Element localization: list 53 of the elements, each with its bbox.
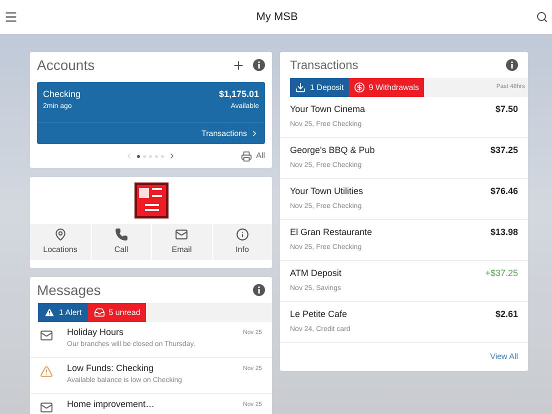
filter-tab[interactable]: 5 unread <box>88 303 146 322</box>
chevron-right-icon <box>250 129 259 138</box>
warning-icon <box>44 307 55 318</box>
inbox-icon <box>94 307 105 318</box>
download-icon <box>295 82 306 93</box>
account-balance: $1,175.01 <box>218 88 259 101</box>
bank-logo-drawing <box>134 182 168 219</box>
phone-icon <box>114 228 128 241</box>
card-title: Transactions <box>290 57 358 74</box>
transaction-name: El Gran Restaurante <box>290 226 372 239</box>
app-title: My MSB <box>256 10 298 25</box>
filter-tab[interactable]: 9 Withdrawals <box>348 78 424 97</box>
transaction-amount: $13.98 <box>490 226 518 239</box>
message-title: Home improvement… <box>67 399 156 410</box>
message-title: Holiday Hours <box>67 327 125 338</box>
transactions-link[interactable]: Transactions <box>202 128 259 140</box>
add-icon[interactable] <box>232 58 245 72</box>
warning-icon <box>40 365 53 378</box>
envelope-icon <box>40 401 53 414</box>
menu-icon[interactable] <box>4 10 18 24</box>
account-name: Checking <box>43 88 81 101</box>
envelope-icon <box>40 329 53 342</box>
info-icon[interactable] <box>506 59 518 71</box>
card-title: Messages <box>37 280 101 300</box>
transaction-amount: $76.46 <box>490 185 518 198</box>
location-pin-icon <box>54 228 67 241</box>
printer-icon[interactable] <box>241 150 252 162</box>
quick-action-button[interactable]: Info <box>212 224 272 260</box>
envelope-icon <box>175 228 188 241</box>
quick-action-button[interactable]: Call <box>90 224 151 260</box>
transaction-name: Your Town Utilities <box>290 185 364 198</box>
transaction-name: Your Town Cinema <box>290 103 366 116</box>
filter-tab[interactable]: 1 Alert <box>38 303 88 322</box>
next-icon[interactable] <box>168 152 176 160</box>
transaction-amount: $2.61 <box>495 308 518 321</box>
filter-tab[interactable]: 1 Deposit <box>290 78 349 97</box>
info-icon <box>236 228 249 241</box>
info-icon[interactable] <box>253 284 265 296</box>
message-title: Low Funds: Checking <box>67 363 155 374</box>
transaction-name: ATM Deposit <box>290 267 342 280</box>
transaction-amount: $7.50 <box>495 103 518 116</box>
transaction-amount: +$37.25 <box>485 267 518 280</box>
transaction-name: George's BBQ & Pub <box>290 144 375 157</box>
search-icon[interactable] <box>536 11 548 23</box>
dollar-coin-icon <box>354 82 365 93</box>
transaction-amount: $37.25 <box>490 144 518 157</box>
card-title: Accounts <box>37 56 95 74</box>
quick-action-button[interactable]: Locations <box>30 224 90 260</box>
transaction-name: Le Petite Cafe <box>290 308 348 321</box>
quick-action-button[interactable]: Email <box>151 224 212 260</box>
view-all-link[interactable]: View All <box>490 351 518 363</box>
info-icon[interactable] <box>253 59 265 71</box>
all-label[interactable]: All <box>256 150 265 162</box>
